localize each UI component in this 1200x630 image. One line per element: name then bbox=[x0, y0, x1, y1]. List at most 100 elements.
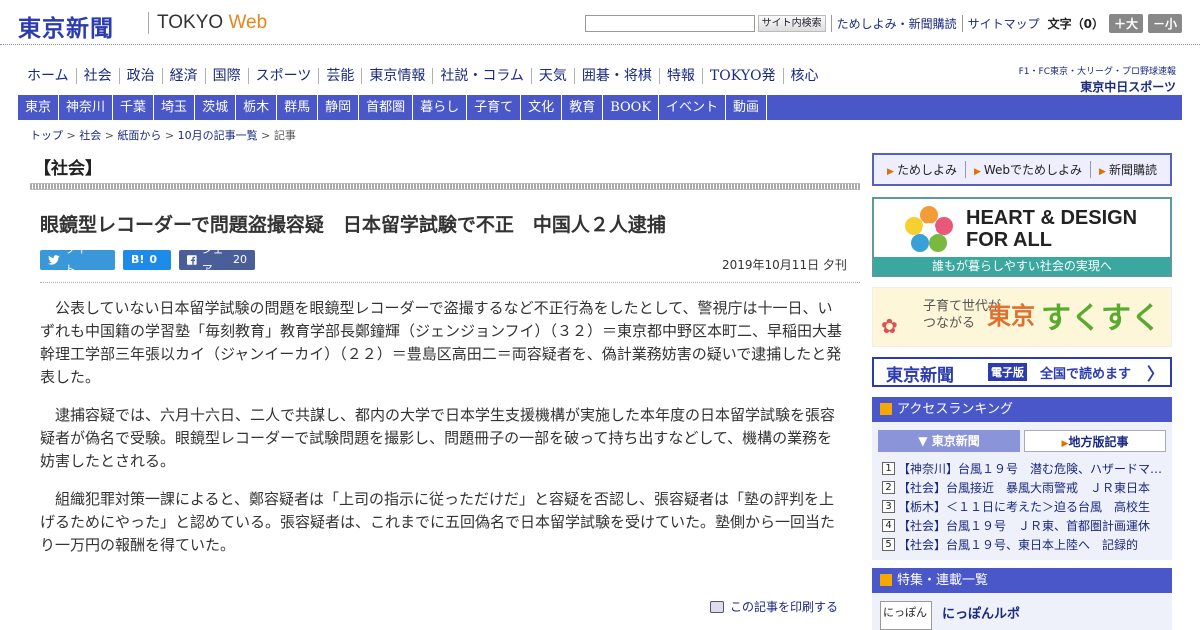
article-divider bbox=[40, 282, 860, 283]
font-smaller-button[interactable]: －小 bbox=[1147, 14, 1182, 33]
trial-link-label: 新聞購読 bbox=[1108, 163, 1157, 177]
regional-item-event[interactable]: イベント bbox=[659, 95, 727, 120]
chunichi-title: 東京中日スポーツ bbox=[1080, 80, 1176, 94]
trial-link-subscribe[interactable]: ▶ 新聞購読 bbox=[1090, 161, 1165, 178]
main-nav: ホーム 社会 政治 経済 国際 スポーツ 芸能 東京情報 社説・コラム 天気 囲… bbox=[18, 68, 826, 84]
sukusuku-banner[interactable]: ✿ 子育て世代が つながる 東京 すくすく bbox=[872, 287, 1172, 347]
site-logo[interactable]: 東京新聞 bbox=[18, 9, 114, 43]
ranking-item[interactable]: 1 【神奈川】台風１９号 潜む危険、ハザードマップ bbox=[882, 459, 1164, 478]
regional-item-kurashi[interactable]: 暮らし bbox=[413, 95, 468, 120]
regional-item-kyoiku[interactable]: 教育 bbox=[562, 95, 604, 120]
breadcrumb-october-list[interactable]: 10月の記事一覧 bbox=[178, 129, 258, 142]
ranking-item[interactable]: 5 【社会】台風１９号、東日本上陸へ 記録的 bbox=[882, 535, 1164, 554]
nav-item-international[interactable]: 国際 bbox=[204, 68, 248, 84]
nav-item-kakushin[interactable]: 核心 bbox=[782, 68, 826, 84]
rank-number: 5 bbox=[882, 538, 895, 551]
epaper-text: 全国で読めます bbox=[1040, 367, 1132, 382]
ranking-item-title: 【神奈川】台風１９号 潜む危険、ハザードマップ bbox=[898, 462, 1164, 476]
feature-item-nippon-rupo[interactable]: にっぽんルポ bbox=[942, 603, 1020, 622]
trial-link-tameshiyomi[interactable]: ▶ ためしよみ bbox=[879, 161, 965, 178]
chevron-right-icon: 〉 bbox=[1147, 365, 1164, 385]
nav-item-home[interactable]: ホーム bbox=[18, 68, 76, 84]
regional-item-tokyo[interactable]: 東京 bbox=[18, 95, 60, 120]
regional-item-saitama[interactable]: 埼玉 bbox=[154, 95, 196, 120]
features-title: 特集・連載一覧 bbox=[897, 573, 989, 588]
regional-item-tochigi[interactable]: 栃木 bbox=[236, 95, 278, 120]
nav-item-tokyo-info[interactable]: 東京情報 bbox=[361, 68, 432, 84]
nav-item-economy[interactable]: 経済 bbox=[161, 68, 205, 84]
epaper-badge: 電子版 bbox=[988, 363, 1027, 381]
search-button[interactable]: サイト内検索 bbox=[757, 15, 826, 32]
regional-item-video[interactable]: 動画 bbox=[726, 95, 768, 120]
hatena-icon: B! bbox=[131, 253, 145, 266]
hatena-count: 0 bbox=[149, 253, 158, 266]
facebook-share-button[interactable]: シェア 20 bbox=[179, 243, 255, 276]
ranking-item-title: 【社会】台風１９号、東日本上陸へ 記録的 bbox=[898, 538, 1139, 552]
header-tools: サイト内検索 ためしよみ・新聞購読 サイトマップ 文字（0） ＋大 －小 bbox=[584, 14, 1182, 33]
regional-item-kanagawa[interactable]: 神奈川 bbox=[59, 95, 114, 120]
breadcrumb-society[interactable]: 社会 bbox=[79, 129, 101, 142]
tab-label: 東京新聞 bbox=[931, 434, 980, 448]
article-paragraph: 公表していない日本留学試験の問題を眼鏡型レコーダーで盗撮するなど不正行為をしたと… bbox=[40, 299, 843, 386]
logo-sub-web: Web bbox=[228, 12, 268, 33]
ranking-item[interactable]: 2 【社会】台風接近 暴風大雨警戒 ＪＲ東日本 bbox=[882, 478, 1164, 497]
trial-link-web[interactable]: ▶ Webでためしよみ bbox=[964, 161, 1090, 178]
epaper-logo: 東京新聞 bbox=[886, 366, 954, 386]
font-size-label: 文字（0） bbox=[1047, 17, 1104, 31]
chunichi-sports-banner[interactable]: F1・FC東京・大リーグ・プロ野球速報 東京中日スポーツ bbox=[1019, 64, 1176, 95]
regional-item-bunka[interactable]: 文化 bbox=[521, 95, 563, 120]
logo-divider bbox=[148, 12, 149, 34]
print-article-link[interactable]: この記事を印刷する bbox=[710, 598, 838, 615]
ranking-item[interactable]: 4 【社会】台風１９号 ＪＲ東、首都圏計画運休 bbox=[882, 516, 1164, 535]
nav-item-go-shogi[interactable]: 囲碁・将棋 bbox=[573, 68, 659, 84]
tweet-button[interactable]: ツイート bbox=[40, 243, 115, 276]
square-bullet-icon bbox=[880, 574, 892, 586]
search-input[interactable] bbox=[584, 15, 755, 32]
trial-subscribe-link[interactable]: ためしよみ・新聞購読 bbox=[830, 15, 957, 32]
nav-item-society[interactable]: 社会 bbox=[75, 68, 119, 84]
section-divider bbox=[30, 183, 860, 190]
breadcrumb-top[interactable]: トップ bbox=[30, 129, 63, 142]
tab-tokyo-shimbun[interactable]: ▼ 東京新聞 bbox=[878, 430, 1020, 452]
ranking-item-title: 【栃木】＜１１日に考えた＞迫る台風 高校生 bbox=[898, 500, 1151, 514]
trial-links-box: ▶ ためしよみ ▶ Webでためしよみ ▶ 新聞購読 bbox=[872, 153, 1172, 186]
heart-design-banner[interactable]: HEART & DESIGN FOR ALL 誰もが暮らしやすい社会の実現へ bbox=[872, 197, 1172, 277]
features-header: 特集・連載一覧 bbox=[872, 568, 1172, 593]
hatena-bookmark-button[interactable]: B! 0 bbox=[123, 250, 171, 270]
breadcrumb-current: 記事 bbox=[273, 129, 296, 142]
nav-item-entertainment[interactable]: 芸能 bbox=[318, 68, 361, 84]
sitemap-link[interactable]: サイトマップ bbox=[961, 15, 1040, 32]
breadcrumb-print-edition[interactable]: 紙面から bbox=[117, 129, 161, 142]
regional-nav: 東京 神奈川 千葉 埼玉 茨城 栃木 群馬 静岡 首都圏 暮らし 子育て 文化 … bbox=[18, 95, 1182, 120]
nav-item-weather[interactable]: 天気 bbox=[530, 68, 574, 84]
rank-number: 4 bbox=[882, 519, 895, 532]
regional-item-book[interactable]: BOOK bbox=[603, 95, 660, 120]
regional-item-gunma[interactable]: 群馬 bbox=[277, 95, 319, 120]
tokyo-web-logo[interactable]: TOKYO Web bbox=[157, 12, 267, 34]
regional-item-shizuoka[interactable]: 静岡 bbox=[318, 95, 360, 120]
font-bigger-button[interactable]: ＋大 bbox=[1108, 14, 1143, 33]
trial-link-label: ためしよみ bbox=[896, 163, 957, 177]
nav-item-sports[interactable]: スポーツ bbox=[247, 68, 319, 84]
feature-thumbnail[interactable]: にっぽん bbox=[880, 601, 932, 630]
section-title: 【社会】 bbox=[34, 159, 102, 179]
breadcrumb-sep: > bbox=[261, 129, 271, 142]
regional-item-chiba[interactable]: 千葉 bbox=[113, 95, 155, 120]
breadcrumb-sep: > bbox=[164, 129, 175, 142]
heart-design-line2: FOR ALL bbox=[966, 229, 1052, 251]
regional-item-shutoken[interactable]: 首都圏 bbox=[359, 95, 414, 120]
nav-item-tokyo-hatsu[interactable]: TOKYO発 bbox=[701, 68, 783, 84]
regional-item-ibaraki[interactable]: 茨城 bbox=[195, 95, 237, 120]
tab-local-edition[interactable]: ▶地方版記事 bbox=[1024, 430, 1166, 452]
ranking-item-title: 【社会】台風接近 暴風大雨警戒 ＪＲ東日本 bbox=[898, 481, 1151, 495]
breadcrumb: トップ > 社会 > 紙面から > 10月の記事一覧 > 記事 bbox=[30, 127, 296, 143]
nav-item-editorial[interactable]: 社説・コラム bbox=[432, 68, 531, 84]
nav-item-tokuho[interactable]: 特報 bbox=[658, 68, 702, 84]
epaper-banner[interactable]: 東京新聞 電子版 全国で読めます 〉 bbox=[872, 357, 1172, 387]
nav-item-politics[interactable]: 政治 bbox=[118, 68, 162, 84]
article-paragraph: 組織犯罪対策一課によると、鄭容疑者は「上司の指示に従っただけだ」と容疑を否認し、… bbox=[40, 490, 836, 554]
regional-item-kosodate[interactable]: 子育て bbox=[467, 95, 522, 120]
share-count: 20 bbox=[233, 253, 247, 266]
caret-down-icon: ▼ bbox=[918, 434, 932, 448]
ranking-item[interactable]: 3 【栃木】＜１１日に考えた＞迫る台風 高校生 bbox=[882, 497, 1164, 516]
